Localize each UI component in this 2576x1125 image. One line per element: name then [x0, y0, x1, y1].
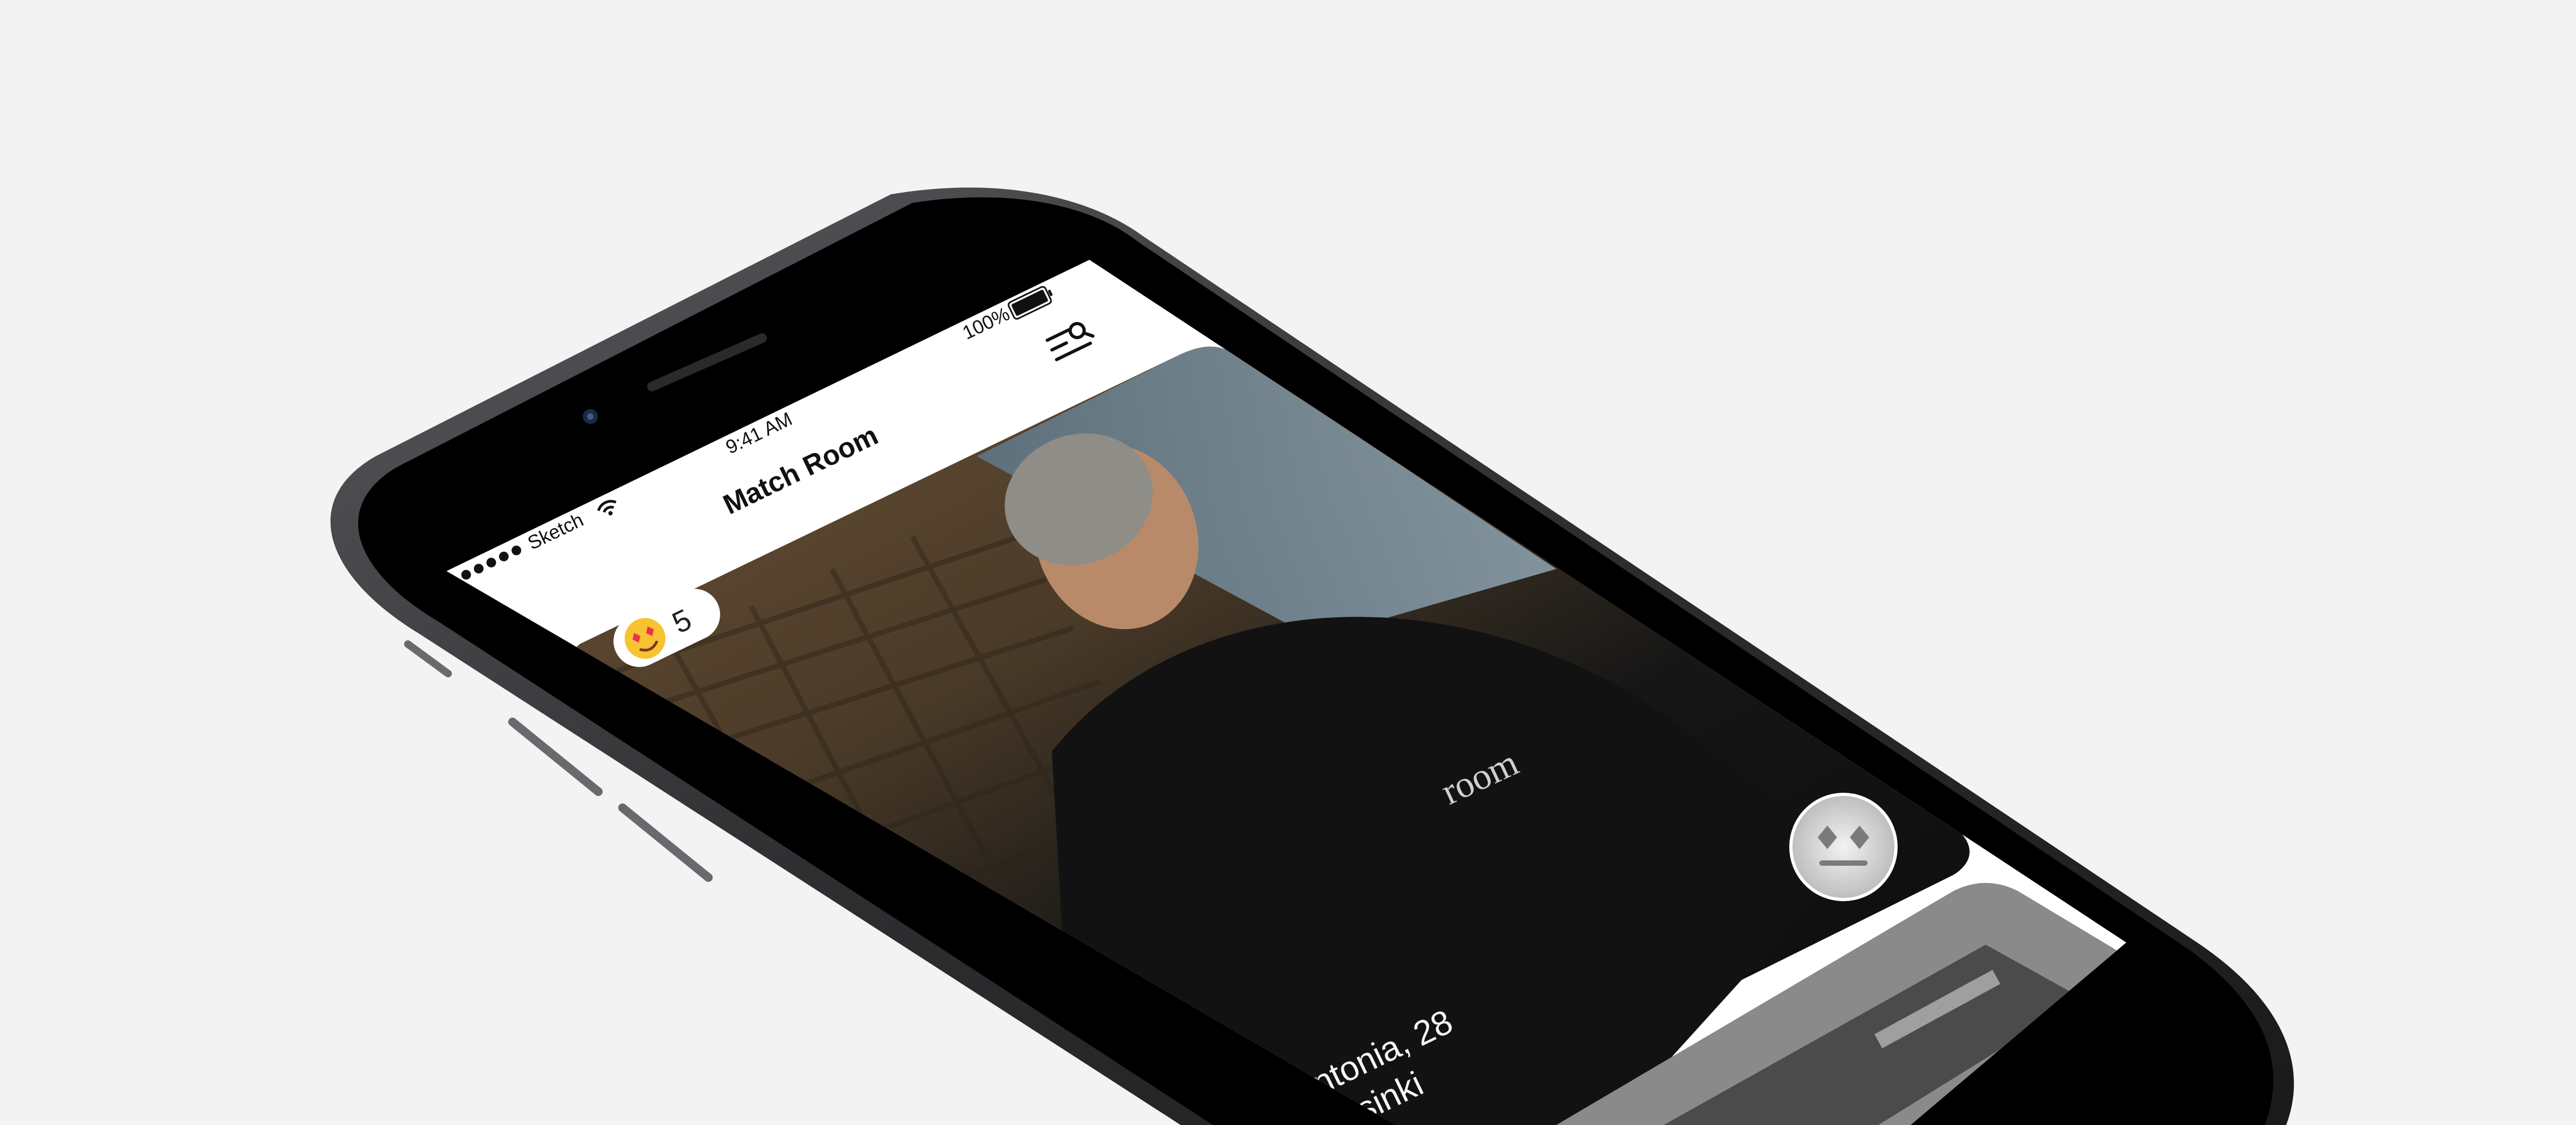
- phone-mockup-scene: Sketch 9:41 AM 100% Match Room room 5 An…: [330, 187, 2294, 1125]
- front-camera: [583, 409, 598, 424]
- like-button[interactable]: [1789, 793, 1898, 901]
